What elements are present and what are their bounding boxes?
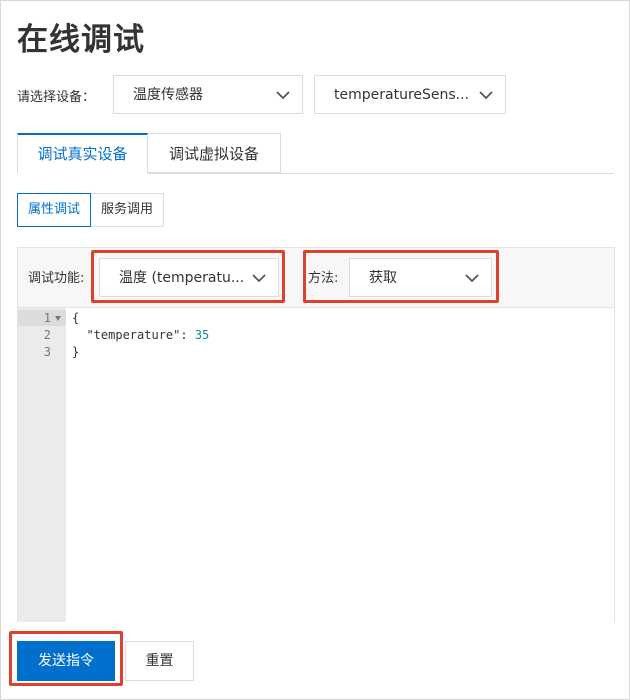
line-number: 2	[43, 328, 51, 342]
function-highlight-box	[91, 250, 285, 303]
mode-property-debug-button[interactable]: 属性调试	[17, 193, 91, 227]
reset-button[interactable]: 重置	[125, 641, 194, 681]
page-title: 在线调试	[17, 22, 145, 58]
method-highlight-box	[303, 250, 499, 303]
code-value: 35	[194, 328, 210, 342]
line-number: 3	[43, 345, 51, 359]
fold-arrow-icon[interactable]	[55, 316, 61, 321]
code-editor[interactable]: 1 2 3 { "temperature": 35 }	[18, 307, 614, 622]
code-line: }	[72, 345, 80, 359]
product-select[interactable]: 温度传感器	[113, 75, 303, 114]
tab-virtual-device[interactable]: 调试虚拟设备	[148, 133, 281, 173]
device-select-label: 请选择设备：	[17, 90, 96, 105]
send-highlight-box	[9, 631, 123, 686]
device-select[interactable]: temperatureSens...	[314, 75, 506, 114]
function-label: 调试功能:	[28, 271, 85, 286]
device-select-value: temperatureSens...	[334, 87, 470, 103]
code-line: {	[72, 311, 80, 325]
code-line: "temperature": 35	[72, 327, 209, 343]
code-key: "temperature":	[72, 328, 195, 342]
chevron-down-icon	[276, 91, 290, 100]
debug-panel: 调试功能: 温度 (temperatu... 方法: 获取 1 2 3 { "t…	[17, 247, 615, 622]
tab-real-device[interactable]: 调试真实设备	[17, 133, 148, 174]
product-select-value: 温度传感器	[133, 87, 203, 103]
chevron-down-icon	[479, 91, 493, 100]
mode-service-call-button[interactable]: 服务调用	[91, 193, 164, 227]
